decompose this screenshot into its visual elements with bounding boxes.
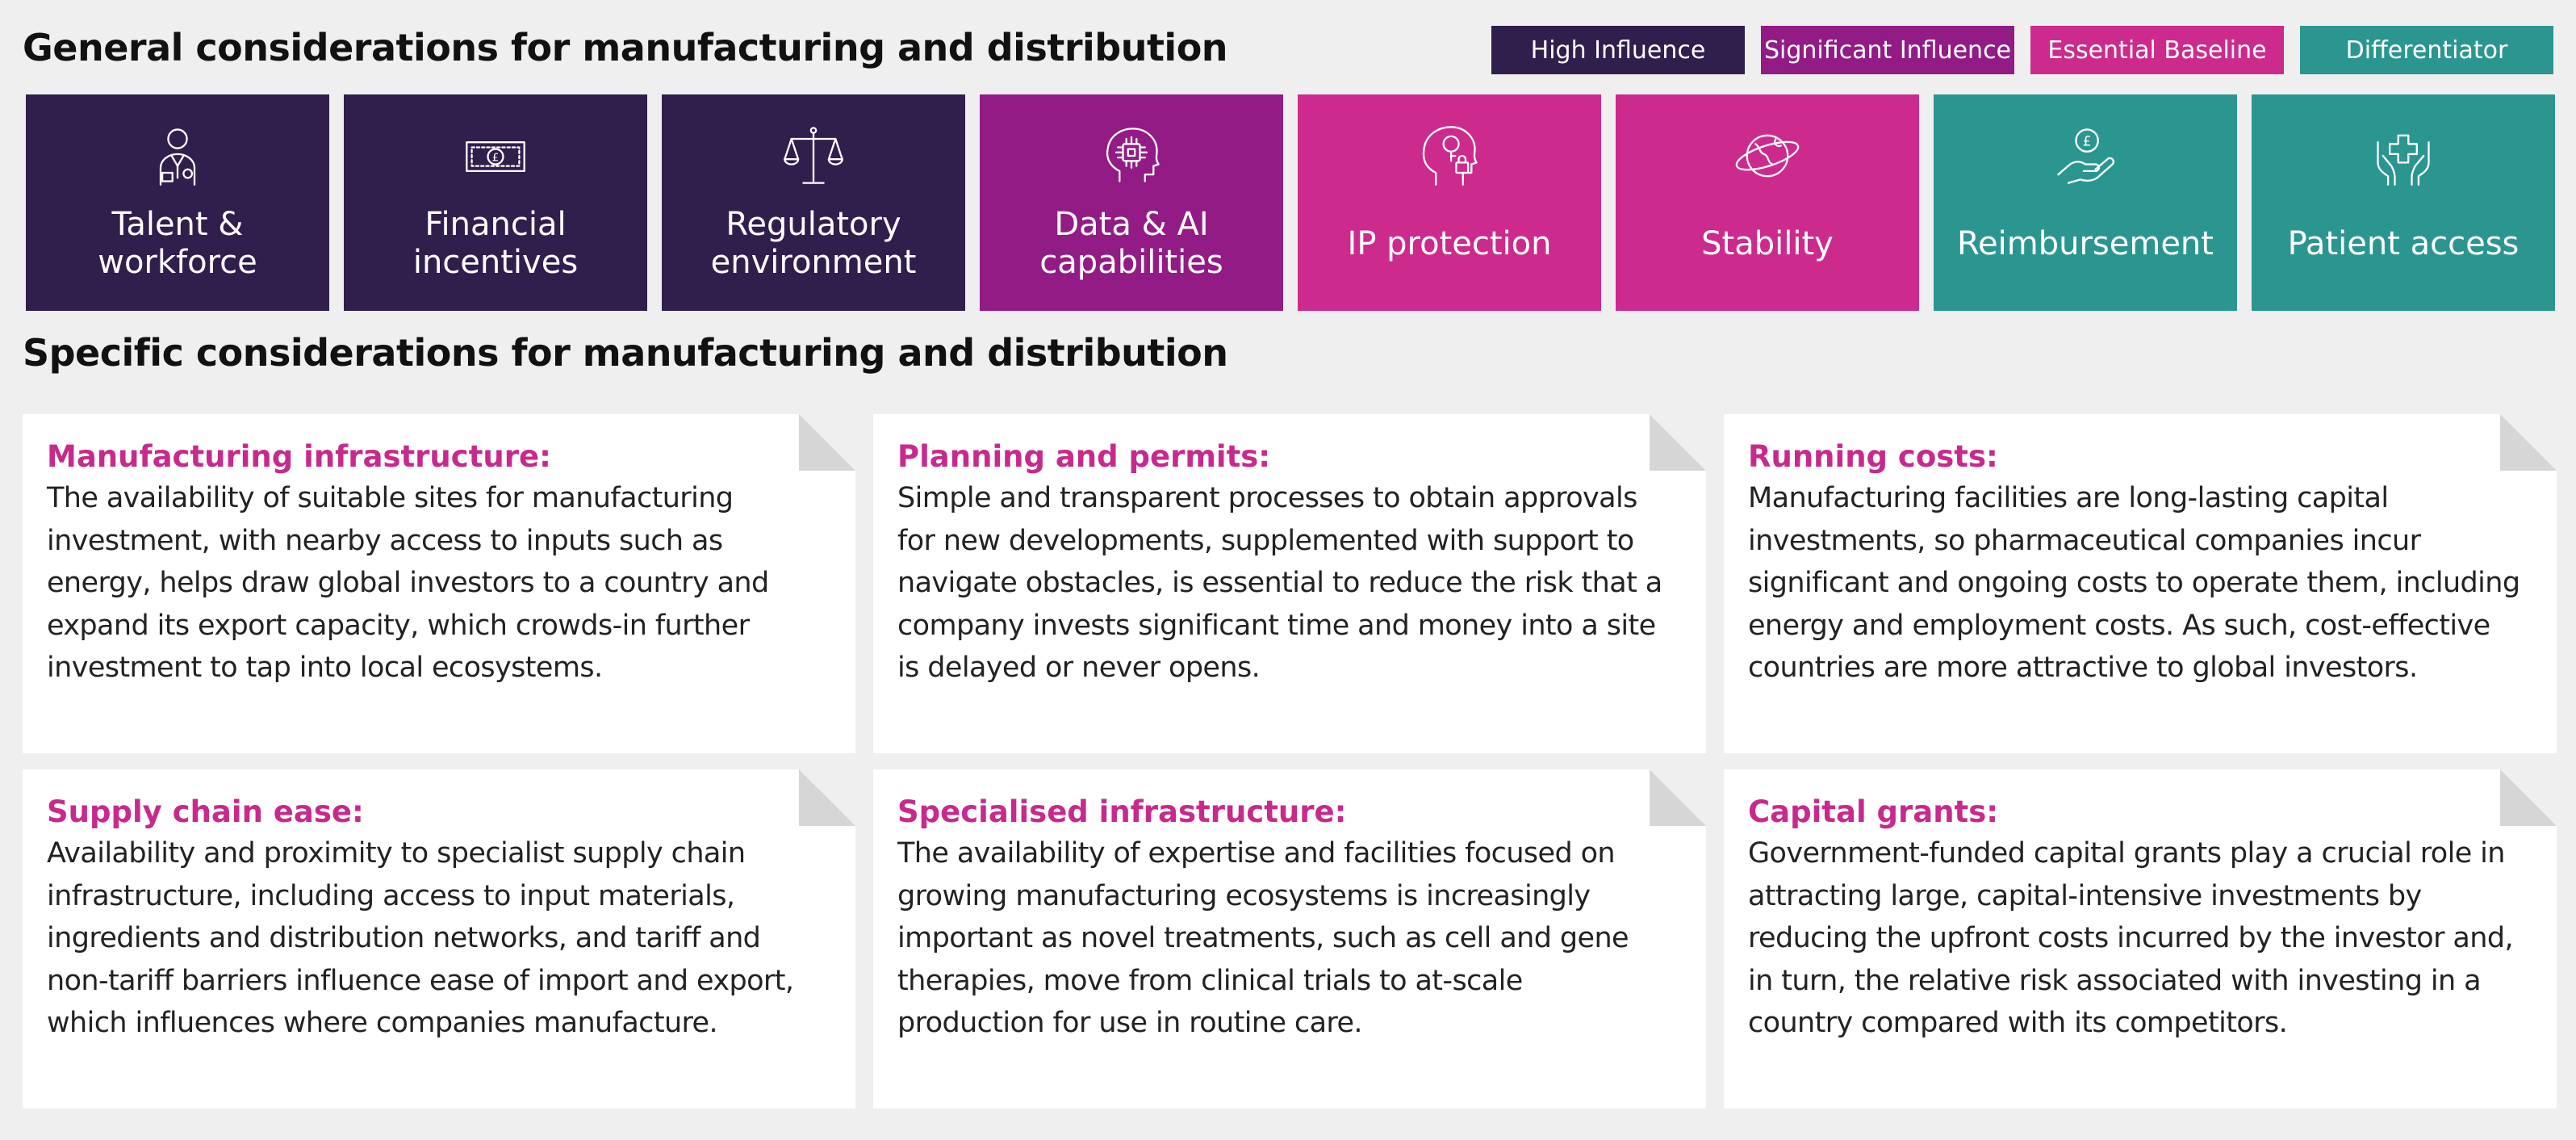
card-capital-grants: Capital grants: Government-funded capita… (1724, 769, 2557, 1109)
tile-label: Stability (1701, 224, 1834, 262)
legend-significant-influence: Significant Influence (1761, 26, 2014, 74)
tile-label: IP protection (1347, 224, 1552, 262)
card-title: Supply chain ease: (47, 794, 364, 829)
tile-label: Talent & workforce (98, 206, 257, 281)
tile-stability: Stability (1616, 94, 1919, 311)
card-body: The availability of suitable sites for m… (47, 482, 769, 684)
legend-essential-baseline: Essential Baseline (2030, 26, 2284, 74)
coin-hand-icon: £ (2057, 128, 2115, 184)
tile-label: Financial incentives (412, 206, 579, 281)
card-planning-permits: Planning and permits: Simple and transpa… (873, 414, 1706, 753)
svg-text:£: £ (492, 151, 500, 164)
banknote-icon: £ (466, 141, 525, 173)
tile-label: Data & AI capabilities (1039, 206, 1223, 281)
card-specialised-infrastructure: Specialised infrastructure: The availabi… (873, 769, 1706, 1109)
card-running-costs: Running costs: Manufacturing facilities … (1724, 414, 2557, 753)
globe-icon (1735, 134, 1800, 178)
tile-label: Patient access (2287, 224, 2520, 262)
tile-label: Reimbursement (1957, 224, 2214, 262)
general-considerations-tiles: Talent & workforce £ Financial incentive… (26, 94, 2555, 311)
specific-considerations-cards: Manufacturing infrastructure: The availa… (23, 414, 2557, 1109)
svg-text:£: £ (2083, 132, 2092, 149)
tile-data-ai-capabilities: Data & AI capabilities (980, 94, 1283, 311)
healthcare-hands-icon (2377, 134, 2430, 186)
card-body: Government-funded capital grants play a … (1748, 837, 2514, 1039)
card-title: Specialised infrastructure: (897, 794, 1347, 829)
tile-talent-workforce: Talent & workforce (26, 94, 329, 311)
ai-brain-icon (1106, 128, 1160, 182)
tile-ip-protection: IP protection (1298, 94, 1601, 311)
lock-head-icon (1422, 126, 1478, 186)
legend-differentiator: Differentiator (2300, 26, 2553, 74)
tile-label: Regulatory environment (710, 206, 917, 281)
tile-patient-access: Patient access (2252, 94, 2555, 311)
specific-considerations-heading: Specific considerations for manufacturin… (23, 331, 1228, 375)
legend-high-influence: High Influence (1491, 26, 1745, 74)
general-considerations-heading: General considerations for manufacturing… (23, 26, 1228, 69)
card-title: Planning and permits: (897, 439, 1271, 474)
tile-regulatory-environment: Regulatory environment (662, 94, 965, 311)
card-supply-chain-ease: Supply chain ease: Availability and prox… (23, 769, 855, 1109)
legend: High Influence Significant Influence Ess… (1491, 26, 2553, 74)
tile-financial-incentives: £ Financial incentives (344, 94, 647, 311)
card-body: Simple and transparent processes to obta… (897, 482, 1662, 684)
worker-icon (159, 128, 196, 186)
card-title: Manufacturing infrastructure: (47, 439, 551, 474)
card-title: Capital grants: (1748, 794, 1999, 829)
card-body: The availability of expertise and facili… (897, 837, 1629, 1039)
tile-reimbursement: £ Reimbursement (1934, 94, 2237, 311)
card-title: Running costs: (1748, 439, 1998, 474)
scales-icon (784, 127, 843, 184)
card-manufacturing-infrastructure: Manufacturing infrastructure: The availa… (23, 414, 855, 753)
card-body: Availability and proximity to specialist… (47, 837, 794, 1039)
card-body: Manufacturing facilities are long-lastin… (1748, 482, 2520, 684)
